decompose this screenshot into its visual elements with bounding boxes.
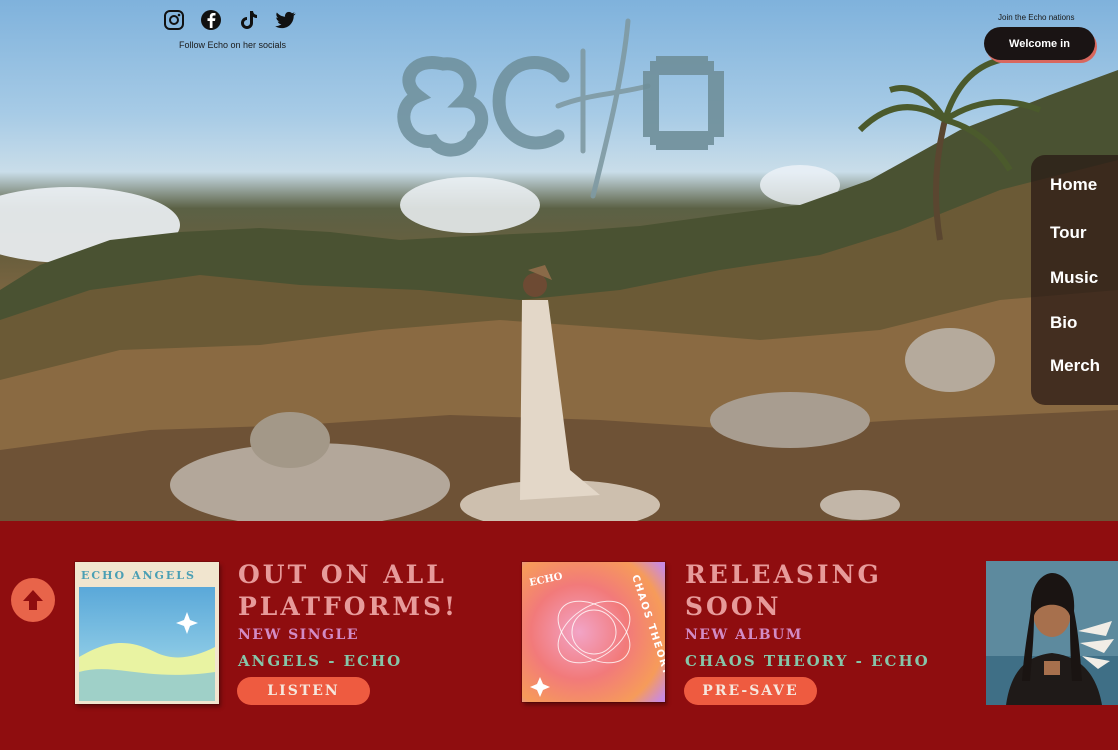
release-1-headline-line1: OUT ON ALL — [238, 560, 447, 589]
main-nav: Home Tour Music Bio Merch — [1031, 155, 1118, 405]
nav-item-bio[interactable]: Bio — [1050, 313, 1077, 333]
hero-banner: Follow Echo on her socials Join the Echo… — [0, 0, 1118, 521]
socials-caption: Follow Echo on her socials — [179, 40, 287, 50]
portrait-image — [986, 561, 1118, 705]
nav-item-home[interactable]: Home — [1050, 175, 1097, 195]
chaos-theory-cover-image: ECHO CHAOS THEORY — [522, 562, 665, 702]
nav-item-tour[interactable]: Tour — [1050, 223, 1087, 243]
release-1-kicker: NEW SINGLE — [238, 627, 359, 643]
twitter-icon[interactable] — [273, 8, 297, 32]
arrow-up-icon — [23, 590, 43, 610]
release-1-headline-line2: PLATFORMS! — [238, 592, 459, 621]
socials-block: Follow Echo on her socials — [162, 8, 297, 50]
join-caption: Join the Echo nations — [998, 13, 1075, 22]
back-to-top-button[interactable] — [11, 578, 55, 622]
angels-cover-art[interactable]: ECHO ANGELS — [75, 562, 219, 704]
release-2-track: CHAOS THEORY - ECHO — [685, 652, 930, 670]
release-2-kicker: NEW ALBUM — [685, 627, 803, 643]
pre-save-button[interactable]: PRE-SAVE — [684, 677, 817, 705]
release-2-headline-line1: RELEASING — [685, 560, 882, 589]
angels-cover-text: ECHO ANGELS — [81, 569, 196, 582]
angels-cover-image: ECHO ANGELS — [75, 562, 219, 704]
nav-item-merch[interactable]: Merch — [1050, 356, 1100, 376]
instagram-icon[interactable] — [162, 8, 186, 32]
tiktok-icon[interactable] — [236, 8, 260, 32]
welcome-in-button[interactable]: Welcome in — [984, 27, 1095, 60]
nav-item-music[interactable]: Music — [1050, 268, 1098, 288]
echo-logo — [397, 18, 724, 199]
release-1-track: ANGELS - ECHO — [238, 652, 403, 670]
echo-portrait-photo — [986, 561, 1118, 705]
facebook-icon[interactable] — [199, 8, 223, 32]
release-2-headline-line2: SOON — [685, 592, 782, 621]
chaos-theory-cover-art[interactable]: ECHO CHAOS THEORY — [522, 562, 665, 702]
listen-button[interactable]: LISTEN — [237, 677, 370, 705]
